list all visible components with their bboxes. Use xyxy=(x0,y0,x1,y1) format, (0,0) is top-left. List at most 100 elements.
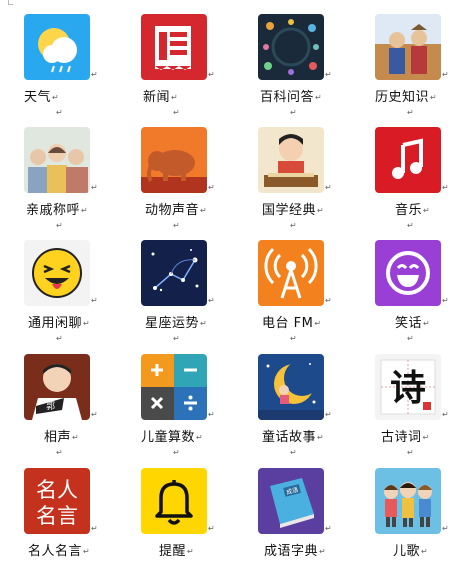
app-label: 通用闲聊↵ xyxy=(24,312,128,331)
paragraph-mark: ↵ xyxy=(72,433,80,442)
paragraph-mark: ↵ xyxy=(208,70,215,79)
moon-girl-icon[interactable] xyxy=(258,354,324,420)
app-tile-poetry[interactable]: 诗 ↵ 古诗词↵ ↵ xyxy=(375,354,466,457)
app-tile-encyclopedia[interactable]: ↵ 百科问答↵ ↵ xyxy=(258,14,358,117)
app-tile-idioms[interactable]: 成语 ↵ 成语字典↵ xyxy=(258,468,358,568)
paragraph-mark: ↵ xyxy=(325,296,332,305)
paragraph-mark: ↵ xyxy=(422,433,430,442)
paragraph-mark: ↵ xyxy=(91,410,98,419)
paragraph-mark: ↵ xyxy=(91,183,98,192)
app-label: 儿歌↵ xyxy=(375,540,466,559)
paragraph-mark: ↵ xyxy=(319,547,327,556)
app-label-text: 成语字典 xyxy=(264,544,319,559)
paragraph-mark: ↵ xyxy=(196,433,204,442)
app-tile-relatives[interactable]: ↵ 亲戚称呼↵ ↵ xyxy=(24,127,126,230)
history-painting-icon[interactable] xyxy=(375,14,441,80)
app-label-text: 电台 FM xyxy=(262,316,314,331)
bell-icon[interactable] xyxy=(141,468,207,534)
laughing-face-icon[interactable] xyxy=(24,240,90,306)
paragraph-mark: ↵ xyxy=(317,206,325,215)
paragraph-mark: ↵ xyxy=(421,547,429,556)
paragraph-mark: ↵ xyxy=(56,448,63,457)
app-tile-math[interactable]: ↵ 儿童算数↵ ↵ xyxy=(141,354,241,457)
classics-girl-icon[interactable] xyxy=(258,127,324,193)
paragraph-mark: ↵ xyxy=(173,334,180,343)
app-label-text: 星座运势 xyxy=(145,316,200,331)
app-label: 亲戚称呼↵ xyxy=(24,199,126,218)
famous-quotes-icon[interactable]: 名人 名言 xyxy=(24,468,90,534)
app-label-text: 名人名言 xyxy=(28,544,83,559)
app-tile-fairytale[interactable]: ↵ 童话故事↵ ↵ xyxy=(258,354,358,457)
app-label-text: 百科问答 xyxy=(260,90,315,105)
app-tile-jokes[interactable]: ↵ 笑话↵ ↵ xyxy=(375,240,466,343)
paragraph-mark: ↵ xyxy=(407,108,414,117)
app-label: 笑话↵ xyxy=(375,312,466,331)
app-label-text: 国学经典 xyxy=(262,203,317,218)
smile-face-icon[interactable] xyxy=(375,240,441,306)
app-label: 动物声音↵ xyxy=(141,199,245,218)
app-tile-quotes[interactable]: 名人 名言 ↵ 名人名言↵ xyxy=(24,468,124,568)
app-tile-weather[interactable]: ↵ 天气↵ ↵ xyxy=(24,14,124,117)
paragraph-mark: ↵ xyxy=(423,206,431,215)
app-label: 电台 FM↵ xyxy=(258,312,362,331)
crosstalk-performer-icon[interactable]: 郭 xyxy=(24,354,90,420)
poem-character-icon[interactable]: 诗 xyxy=(375,354,441,420)
idiom-book-icon[interactable]: 成语 xyxy=(258,468,324,534)
paragraph-mark: ↵ xyxy=(290,448,297,457)
paragraph-mark: ↵ xyxy=(430,93,438,102)
music-note-icon[interactable] xyxy=(375,127,441,193)
paragraph-mark: ↵ xyxy=(56,108,63,117)
paragraph-mark: ↵ xyxy=(208,296,215,305)
app-tile-songs[interactable]: ↵ 儿歌↵ xyxy=(375,468,466,568)
svg-text:名人: 名人 xyxy=(36,478,78,502)
svg-text:名言: 名言 xyxy=(36,504,78,528)
paragraph-mark: ↵ xyxy=(442,70,449,79)
elephant-icon[interactable] xyxy=(141,127,207,193)
app-label-text: 相声 xyxy=(44,430,72,445)
svg-text:诗: 诗 xyxy=(390,367,426,409)
app-tile-animals[interactable]: ↵ 动物声音↵ ↵ xyxy=(141,127,241,230)
app-tile-music[interactable]: ↵ 音乐↵ ↵ xyxy=(375,127,466,230)
paragraph-mark: ↵ xyxy=(442,524,449,533)
paragraph-mark: ↵ xyxy=(290,221,297,230)
app-tile-horoscope[interactable]: ↵ 星座运势↵ ↵ xyxy=(141,240,241,343)
paragraph-mark: ↵ xyxy=(91,296,98,305)
app-label-text: 通用闲聊 xyxy=(28,316,83,331)
news-icon[interactable] xyxy=(141,14,207,80)
paragraph-mark: ↵ xyxy=(325,70,332,79)
paragraph-mark: ↵ xyxy=(83,319,91,328)
app-tile-news[interactable]: ↵ 新闻↵ ↵ xyxy=(141,14,241,117)
paragraph-mark: ↵ xyxy=(171,93,179,102)
paragraph-mark: ↵ xyxy=(315,93,323,102)
app-label-text: 儿童算数 xyxy=(141,430,196,445)
weather-icon[interactable] xyxy=(24,14,90,80)
paragraph-mark: ↵ xyxy=(56,221,63,230)
paragraph-mark: ↵ xyxy=(208,410,215,419)
app-tile-history[interactable]: ↵ 历史知识↵ ↵ xyxy=(375,14,466,117)
app-tile-chat[interactable]: ↵ 通用闲聊↵ ↵ xyxy=(24,240,124,343)
paragraph-mark: ↵ xyxy=(208,524,215,533)
space-encyclopedia-icon[interactable] xyxy=(258,14,324,80)
app-label-text: 提醒 xyxy=(159,544,187,559)
app-label-text: 新闻 xyxy=(143,90,171,105)
radio-tower-icon[interactable] xyxy=(258,240,324,306)
paragraph-mark: ↵ xyxy=(81,206,89,215)
app-tile-classics[interactable]: ↵ 国学经典↵ ↵ xyxy=(258,127,358,230)
app-tile-radio[interactable]: ↵ 电台 FM↵ ↵ xyxy=(258,240,358,343)
paragraph-mark: ↵ xyxy=(173,221,180,230)
app-label-text: 动物声音 xyxy=(145,203,200,218)
children-icon[interactable] xyxy=(375,468,441,534)
app-tile-crosstalk[interactable]: 郭 ↵ 相声↵ ↵ xyxy=(24,354,124,457)
paragraph-mark: ↵ xyxy=(442,183,449,192)
calculator-icon[interactable] xyxy=(141,354,207,420)
app-tile-reminder[interactable]: ↵ 提醒↵ xyxy=(141,468,241,568)
paragraph-mark: ↵ xyxy=(314,319,322,328)
paragraph-mark: ↵ xyxy=(56,334,63,343)
paragraph-mark: ↵ xyxy=(91,70,98,79)
app-label: 国学经典↵ xyxy=(258,199,362,218)
constellation-icon[interactable] xyxy=(141,240,207,306)
paragraph-mark: ↵ xyxy=(290,334,297,343)
paragraph-mark: ↵ xyxy=(200,206,208,215)
family-icon[interactable] xyxy=(24,127,90,193)
paragraph-mark: ↵ xyxy=(187,547,195,556)
